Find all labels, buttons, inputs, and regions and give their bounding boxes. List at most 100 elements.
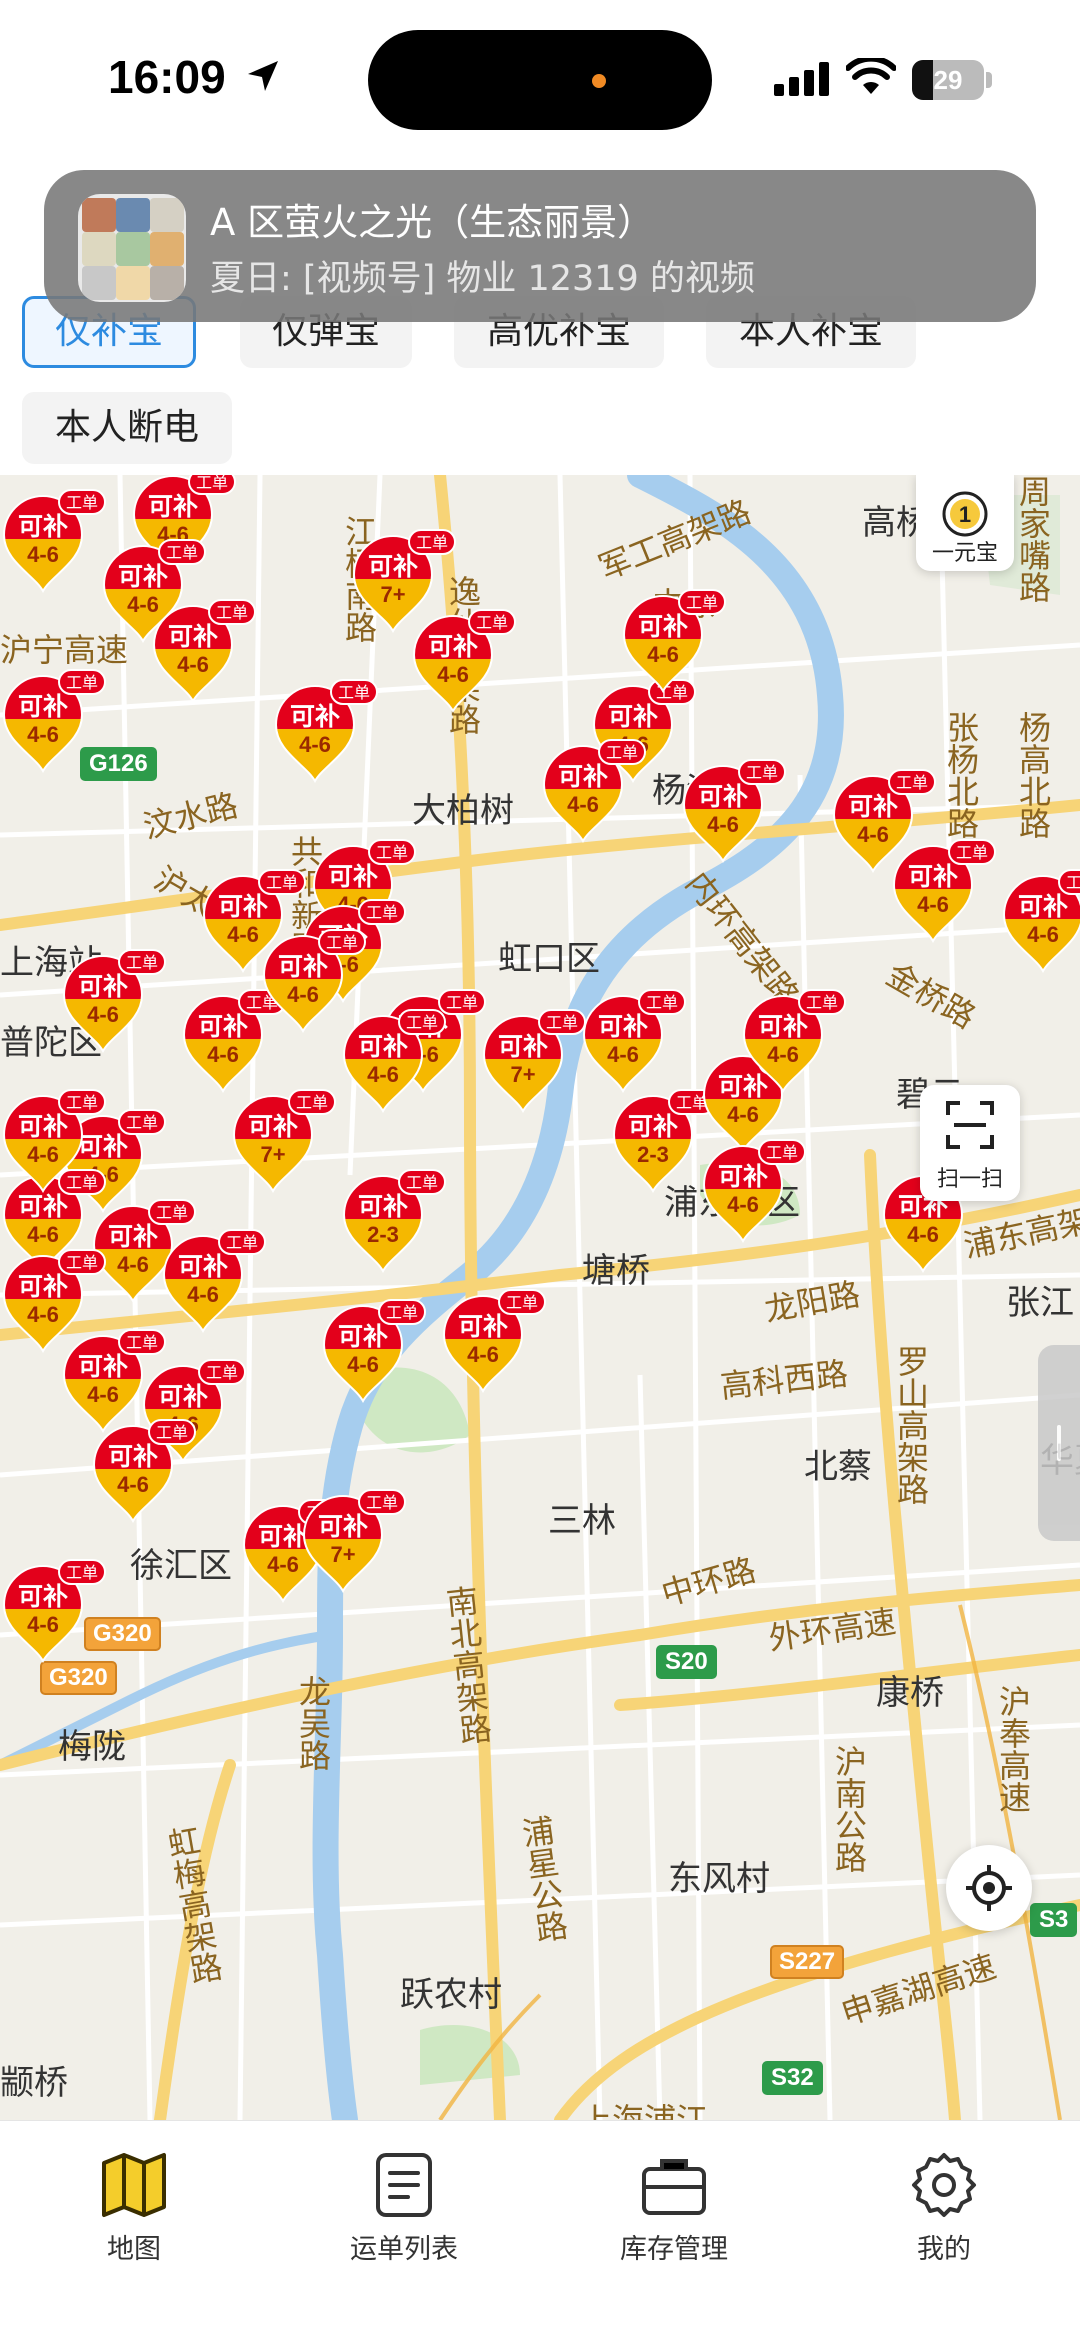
dynamic-island <box>368 30 712 130</box>
replenish-marker[interactable]: 可补4-6工单 <box>580 989 687 1093</box>
thumb <box>82 232 116 266</box>
status-bar: 16:09 29 <box>0 0 1080 150</box>
notification-banner[interactable]: A 区萤火之光（生态丽景） 夏日: [视频号] 物业 12319 的视频 <box>44 170 1036 322</box>
replenish-marker[interactable]: 可补 2-3 工单 <box>340 1169 447 1273</box>
locate-me-button[interactable] <box>946 1845 1032 1931</box>
thumb <box>116 232 150 266</box>
nav-tab-orders[interactable]: 运单列表 <box>304 2141 504 2271</box>
nav-tab-mine[interactable]: 我的 <box>844 2141 1044 2271</box>
map-label-tangqiao: 塘桥 <box>582 1251 650 1291</box>
replenish-marker[interactable]: 可补4-6工单 <box>700 1139 807 1243</box>
map-view[interactable]: 大柏树 杨浦区 虹口区 塘桥 三林 北蔡 徐汇区 梅陇 东风村 跃农村 康桥 张… <box>0 475 1080 2120</box>
thumb <box>116 266 150 300</box>
map-label-meilong: 梅陇 <box>58 1727 126 1767</box>
replenish-marker[interactable]: 可补4-6工单 <box>740 989 847 1093</box>
yiyuanbao-label: 一元宝 <box>931 541 998 566</box>
marker-range: 4-6 <box>437 662 469 687</box>
replenish-marker[interactable]: 可补4-6工单 <box>1000 869 1080 973</box>
marker-range: 7+ <box>330 1542 356 1567</box>
map-label-kangqiao: 康桥 <box>876 1673 944 1713</box>
highway-shield: G320 <box>84 1617 161 1651</box>
marker-range: 4-6 <box>87 1002 119 1027</box>
notification-title: A 区萤火之光（生态丽景） <box>210 201 655 244</box>
replenish-marker[interactable]: 可补 7+ 工单 <box>480 1009 587 1113</box>
marker-work-order-badge: 工单 <box>188 475 237 495</box>
nav-label-mine: 我的 <box>917 2234 971 2265</box>
road-label-pujiang: 上海浦江 <box>580 2101 709 2120</box>
marker-range: 4-6 <box>727 1102 759 1127</box>
marker-work-order-badge: 工单 <box>218 1229 267 1255</box>
list-icon <box>376 2153 432 2217</box>
marker-work-order-badge: 工单 <box>758 1139 807 1165</box>
replenish-marker[interactable]: 可补4-6工单 <box>320 1299 427 1403</box>
map-label-zhuanqiao: 颛桥 <box>0 2063 68 2103</box>
replenish-marker[interactable]: 可补4-6工单 <box>340 1009 447 1113</box>
marker-work-order-badge: 工单 <box>58 1249 107 1275</box>
marker-work-order-badge: 工单 <box>288 1089 337 1115</box>
map-label-beicai: 北蔡 <box>804 1447 872 1487</box>
road-label-hufeng: 沪奉高速 <box>994 1685 1032 1813</box>
replenish-marker[interactable]: 可补4-6工单 <box>540 739 647 843</box>
marker-range: 4-6 <box>27 1222 59 1247</box>
road-label-zhangyangbei: 张杨北路 <box>942 711 980 839</box>
marker-work-order-badge: 工单 <box>538 1009 587 1035</box>
marker-work-order-badge: 工单 <box>118 1329 167 1355</box>
marker-work-order-badge: 工单 <box>948 839 997 865</box>
replenish-marker[interactable]: 可补4-6工单 <box>680 759 787 863</box>
notification-app-icon <box>78 194 186 302</box>
marker-work-order-badge: 工单 <box>358 899 407 925</box>
replenish-marker[interactable]: 可补4-6工单 <box>60 1329 167 1433</box>
filter-chip-my-power-off[interactable]: 本人断电 <box>22 392 232 464</box>
bottom-nav: 地图 运单列表 库存管理 我的 <box>0 2120 1080 2342</box>
marker-work-order-badge: 工单 <box>888 769 937 795</box>
wifi-icon <box>846 58 896 94</box>
marker-range: 4-6 <box>1027 922 1059 947</box>
yiyuanbao-button[interactable]: 1 一元宝 <box>916 475 1014 571</box>
marker-work-order-badge: 工单 <box>378 1299 427 1325</box>
replenish-marker[interactable]: 可补4-6工单 <box>0 669 107 773</box>
replenish-marker[interactable]: 可补4-6工单 <box>890 839 997 943</box>
marker-work-order-badge: 工单 <box>318 929 367 955</box>
marker-range: 4-6 <box>117 1472 149 1497</box>
nav-tab-inventory[interactable]: 库存管理 <box>574 2141 774 2271</box>
replenish-marker[interactable]: 可补4-6工单 <box>440 1289 547 1393</box>
replenish-marker[interactable]: 可补4-6工单 <box>0 489 107 593</box>
replenish-marker[interactable]: 可补4-6工单 <box>260 929 367 1033</box>
marker-range: 4-6 <box>187 1282 219 1307</box>
marker-work-order-badge: 工单 <box>498 1289 547 1315</box>
marker-work-order-badge: 工单 <box>398 1169 447 1195</box>
replenish-marker[interactable]: 可补4-6工单 <box>160 1229 267 1333</box>
replenish-marker[interactable]: 可补4-6工单 <box>272 679 379 783</box>
marker-range: 4-6 <box>727 1192 759 1217</box>
replenish-marker[interactable]: 可补4-6工单 <box>620 589 727 693</box>
side-drawer-handle[interactable] <box>1038 1345 1080 1541</box>
app-screen: 16:09 29 仅补宝 仅弹宝 高优补宝 本人补宝 本人断电 大柏树 虹口区 … <box>0 0 1080 2342</box>
nav-tab-map[interactable]: 地图 <box>34 2141 234 2271</box>
marker-range: 4-6 <box>907 1222 939 1247</box>
replenish-marker[interactable]: 可补 2-3 工单 <box>610 1089 717 1193</box>
thumb <box>82 266 116 300</box>
replenish-marker[interactable]: 可补4-6工单 <box>60 949 167 1053</box>
replenish-marker[interactable]: 可补4-6工单 <box>0 1559 107 1663</box>
marker-work-order-badge: 工单 <box>1058 869 1080 895</box>
marker-work-order-badge: 工单 <box>468 609 517 635</box>
replenish-marker[interactable]: 可补4-6工单 <box>90 1419 197 1523</box>
marker-range: 4-6 <box>207 1042 239 1067</box>
replenish-marker[interactable]: 可补4-6工单 <box>150 599 257 703</box>
highway-shield: S32 <box>762 2061 823 2095</box>
replenish-marker[interactable]: 可补 7+ 工单 <box>300 1489 407 1593</box>
replenish-marker[interactable]: 可补 7+ 工单 <box>230 1089 337 1193</box>
replenish-marker[interactable]: 可补4-6工单 <box>410 609 517 713</box>
replenish-marker[interactable]: 可补4-6工单 <box>180 989 287 1093</box>
marker-range: 7+ <box>510 1062 536 1087</box>
map-label-zhangjiang: 张江 <box>1006 1283 1074 1323</box>
marker-range: 4-6 <box>607 1042 639 1067</box>
gear-icon <box>912 2153 976 2217</box>
road-label-zhoujiazui: 周家嘴路 <box>1014 475 1052 603</box>
nav-label-map: 地图 <box>107 2234 161 2265</box>
replenish-marker[interactable]: 可补4-6工单 <box>0 1089 107 1193</box>
scan-button[interactable]: 扫一扫 <box>920 1085 1020 1201</box>
marker-work-order-badge: 工单 <box>148 1199 197 1225</box>
marker-work-order-badge: 工单 <box>738 759 787 785</box>
nav-label-inventory: 库存管理 <box>620 2234 728 2265</box>
